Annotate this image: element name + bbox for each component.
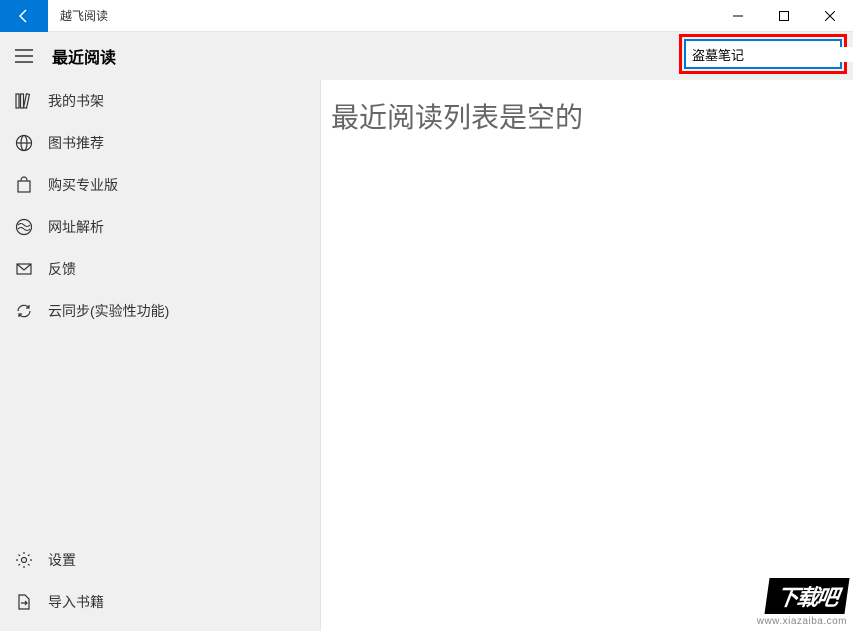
hamburger-icon: [15, 49, 33, 63]
maximize-button[interactable]: [761, 0, 807, 32]
sidebar-item-label: 我的书架: [48, 91, 104, 111]
gear-icon: [0, 551, 48, 569]
header: 最近阅读: [0, 32, 853, 80]
arrow-left-icon: [16, 8, 32, 24]
window-controls: [715, 0, 853, 32]
world-icon: [0, 218, 48, 236]
bag-icon: [0, 176, 48, 194]
sidebar-item-label: 网址解析: [48, 217, 104, 237]
books-icon: [0, 92, 48, 110]
empty-list-message: 最近阅读列表是空的: [331, 96, 843, 136]
sidebar-item-label: 购买专业版: [48, 175, 118, 195]
minimize-button[interactable]: [715, 0, 761, 32]
sidebar-item-label: 反馈: [48, 259, 76, 279]
body: 我的书架 图书推荐 购买专业版 网址解析: [0, 80, 853, 631]
sidebar-item-label: 云同步(实验性功能): [48, 301, 169, 321]
page-title: 最近阅读: [52, 44, 116, 68]
watermark-url: www.xiazaiba.com: [757, 616, 847, 627]
sidebar-item-feedback[interactable]: 反馈: [0, 248, 320, 290]
import-icon: [0, 593, 48, 611]
search-box: [684, 39, 842, 69]
search-highlight-box: [679, 34, 847, 74]
sidebar-item-urlparse[interactable]: 网址解析: [0, 206, 320, 248]
close-button[interactable]: [807, 0, 853, 32]
maximize-icon: [779, 11, 789, 21]
minimize-icon: [733, 11, 743, 21]
titlebar: 越飞阅读: [0, 0, 853, 32]
watermark-logo: 下载吧: [764, 578, 849, 614]
sidebar-item-label: 图书推荐: [48, 133, 104, 153]
watermark: 下载吧 www.xiazaiba.com: [757, 578, 847, 627]
sidebar-item-label: 导入书籍: [48, 592, 104, 612]
back-button[interactable]: [0, 0, 48, 32]
search-input[interactable]: [686, 47, 853, 62]
mail-icon: [0, 260, 48, 278]
sidebar-item-recommend[interactable]: 图书推荐: [0, 122, 320, 164]
sidebar-item-bookshelf[interactable]: 我的书架: [0, 80, 320, 122]
hamburger-button[interactable]: [0, 32, 48, 80]
sidebar-item-import[interactable]: 导入书籍: [0, 581, 320, 623]
sidebar-item-purchase[interactable]: 购买专业版: [0, 164, 320, 206]
nav-bottom: 设置 导入书籍: [0, 539, 320, 631]
close-icon: [825, 11, 835, 21]
main-content: 最近阅读列表是空的: [320, 80, 853, 631]
sidebar-item-sync[interactable]: 云同步(实验性功能): [0, 290, 320, 332]
sidebar: 我的书架 图书推荐 购买专业版 网址解析: [0, 80, 320, 631]
app-title: 越飞阅读: [48, 7, 108, 24]
sidebar-item-settings[interactable]: 设置: [0, 539, 320, 581]
globe-icon: [0, 134, 48, 152]
sync-icon: [0, 302, 48, 320]
nav-list: 我的书架 图书推荐 购买专业版 网址解析: [0, 80, 320, 539]
sidebar-item-label: 设置: [48, 550, 76, 570]
